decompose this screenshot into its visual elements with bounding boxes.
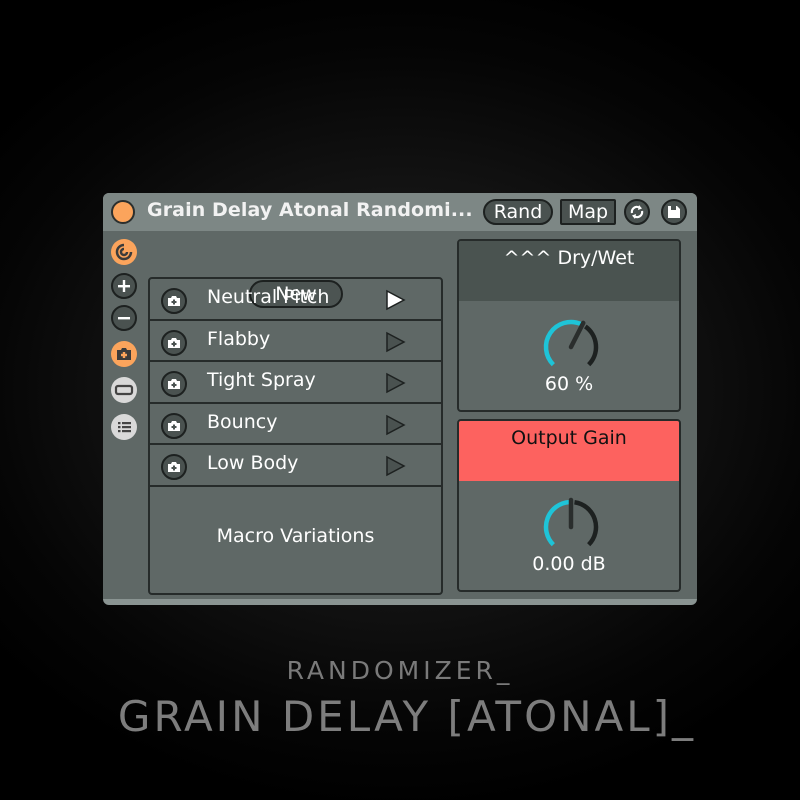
remove-button[interactable] (111, 305, 137, 331)
device-body: New Neutral Pitch Flabby Tight Spray Bouncy… (103, 231, 697, 599)
logo-button[interactable] (111, 239, 137, 265)
camera-plus-icon (168, 420, 180, 431)
rand-button[interactable]: Rand (483, 199, 553, 225)
preset-label: Flabby (207, 327, 271, 350)
preset-list: Neutral Pitch Flabby Tight Spray Bouncy Low … (148, 277, 443, 595)
map-button[interactable]: Map (560, 199, 616, 225)
preset-row[interactable]: Neutral Pitch (150, 279, 441, 321)
camera-plus-icon (168, 462, 180, 473)
device-power-toggle[interactable] (111, 200, 135, 224)
preset-label: Bouncy (207, 410, 278, 433)
output-gain-value: 0.00 dB (532, 553, 606, 575)
snapshot-button[interactable] (161, 329, 187, 356)
device-panel: Grain Delay Atonal Randomi... Rand Map N… (103, 193, 697, 605)
knob-needle (568, 320, 586, 350)
macro-variations-label: Macro Variations (216, 525, 375, 547)
knob-track-arc (583, 324, 599, 367)
knob-value-arc (543, 319, 582, 367)
preset-label: Neutral Pitch (207, 286, 330, 308)
snapshot-button[interactable] (161, 454, 187, 481)
camera-plus-icon (168, 379, 180, 390)
save-button[interactable] (661, 199, 687, 225)
dry-wet-value: 60 % (544, 373, 594, 395)
dry-wet-panel: ^^^ Dry/Wet 60 % (457, 239, 681, 412)
logo-icon (115, 243, 133, 261)
sync-button[interactable] (624, 199, 650, 225)
output-gain-label: Output Gain (459, 421, 679, 481)
preset-row[interactable]: Flabby (150, 321, 441, 363)
add-button[interactable] (111, 273, 137, 299)
output-gain-knob[interactable] (539, 495, 603, 559)
minus-icon (118, 317, 130, 320)
caption-subtitle: RANDOMIZER_ (286, 656, 514, 685)
caption-title: GRAIN DELAY [ATONAL]_ (117, 692, 697, 741)
device-title: Grain Delay Atonal Randomi... (147, 199, 473, 221)
preset-label: Tight Spray (207, 369, 316, 392)
knob-value-arc (543, 499, 570, 547)
list-button[interactable] (111, 414, 137, 440)
sync-icon (630, 205, 644, 219)
play-icon[interactable] (384, 331, 406, 353)
play-icon[interactable] (384, 289, 406, 311)
output-gain-panel: Output Gain 0.00 dB (457, 419, 681, 592)
title-bar: Grain Delay Atonal Randomi... Rand Map (103, 193, 697, 231)
list-icon (118, 422, 131, 433)
camera-plus-icon (117, 348, 131, 360)
snapshot-button[interactable] (161, 371, 187, 398)
play-icon[interactable] (384, 372, 406, 394)
dry-wet-knob[interactable] (539, 315, 603, 379)
knob-track-arc (574, 500, 599, 547)
preset-row[interactable]: Tight Spray (150, 362, 441, 404)
save-icon (668, 206, 680, 218)
collapse-icon (114, 384, 134, 396)
dry-wet-label: ^^^ Dry/Wet (459, 241, 679, 301)
camera-plus-icon (168, 337, 180, 348)
preset-row[interactable]: Low Body (150, 445, 441, 487)
plus-icon (118, 280, 130, 292)
collapse-button[interactable] (111, 377, 137, 403)
play-icon[interactable] (384, 414, 406, 436)
play-icon[interactable] (384, 455, 406, 477)
snapshot-button[interactable] (111, 341, 137, 367)
camera-plus-icon (168, 296, 180, 306)
snapshot-button[interactable] (161, 412, 187, 439)
snapshot-button[interactable] (161, 288, 187, 314)
preset-row[interactable]: Bouncy (150, 404, 441, 446)
preset-label: Low Body (207, 452, 299, 475)
